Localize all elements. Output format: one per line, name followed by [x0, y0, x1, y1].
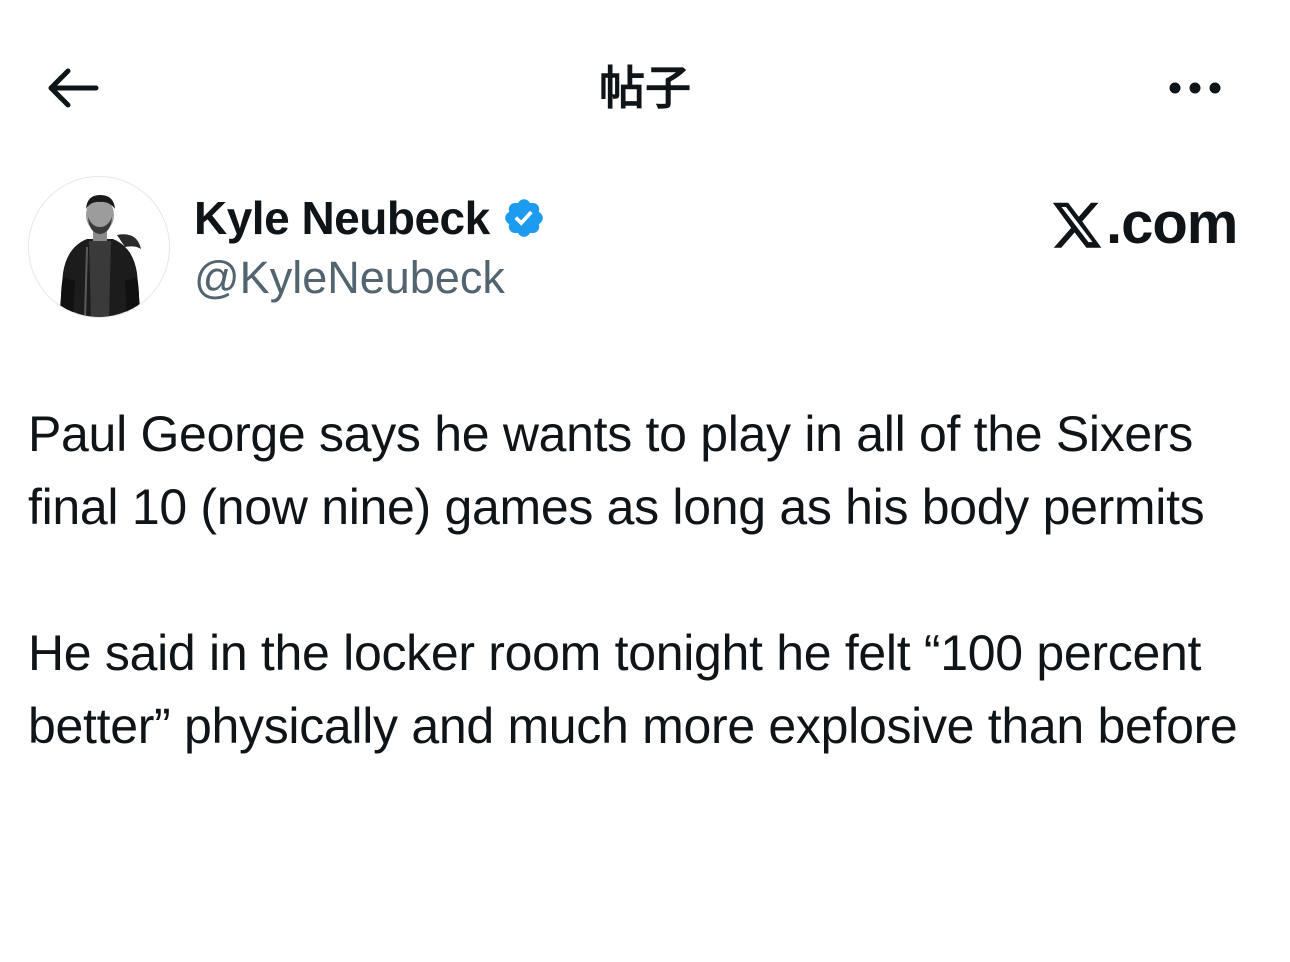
more-options-button[interactable] [1160, 70, 1230, 106]
brand-label: .com [1050, 190, 1238, 256]
avatar[interactable] [28, 176, 170, 318]
profile-photo [29, 177, 169, 317]
x-logo-icon [1052, 202, 1102, 248]
verified-badge-icon [504, 199, 543, 237]
author-name-row[interactable]: Kyle Neubeck [194, 190, 546, 246]
post-text: Paul George says he wants to play in all… [28, 398, 1268, 763]
post-paragraph: He said in the locker room tonight he fe… [28, 625, 1238, 754]
back-button[interactable] [40, 60, 104, 116]
arrow-left-icon [48, 68, 99, 108]
page-title: 帖子 [599, 61, 691, 115]
post-paragraph: Paul George says he wants to play in all… [28, 406, 1205, 535]
top-bar: 帖子 [0, 0, 1290, 176]
brand-domain: .com [1106, 190, 1238, 256]
author-handle[interactable]: @KyleNeubeck [194, 250, 505, 306]
more-horizontal-icon [1169, 82, 1221, 94]
author-name: Kyle Neubeck [194, 192, 490, 244]
post-page: 帖子 Kyle Neubeck @KyleNeubeck .com Paul G… [0, 0, 1290, 962]
